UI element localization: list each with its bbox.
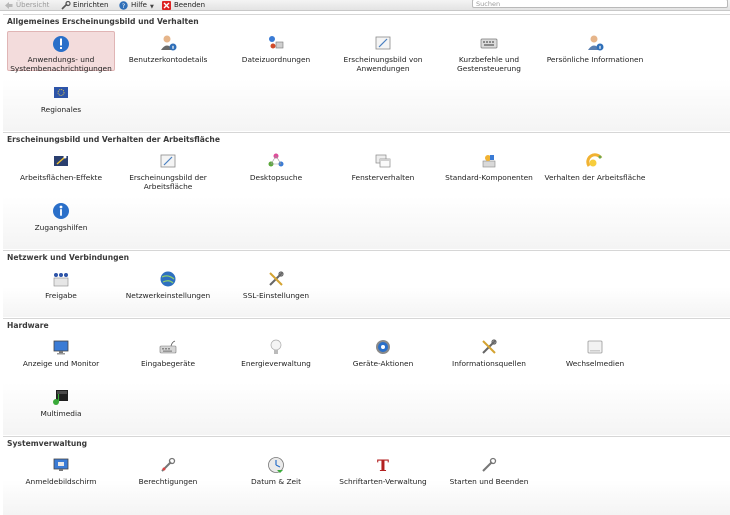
item-workspace-appearance[interactable]: Erscheinungsbild der Arbeitsfläche: [114, 149, 222, 190]
section-general-appearance: Allgemeines Erscheinungsbild und Verhalt…: [3, 14, 730, 131]
section-title: Erscheinungsbild und Verhalten der Arbei…: [7, 135, 220, 144]
item-removable-media[interactable]: Wechselmedien: [541, 335, 649, 375]
item-ssl-settings[interactable]: SSL-Einstellungen: [222, 267, 330, 307]
configure-button[interactable]: Einrichten: [61, 0, 108, 10]
regional-flag-icon: [52, 84, 70, 102]
svg-text:T: T: [377, 456, 389, 474]
file-associations-icon: [267, 34, 285, 52]
toolbar: Übersicht Einrichten ? Hilfe ▼ Beenden S…: [0, 0, 730, 11]
chevron-down-icon[interactable]: ▼: [150, 4, 154, 10]
power-management-icon: [267, 338, 285, 356]
item-startup-shutdown[interactable]: Starten und Beenden: [435, 453, 543, 493]
personal-information-icon: [586, 34, 604, 52]
item-permissions[interactable]: Berechtigungen: [114, 453, 222, 493]
section-network: Netzwerk und Verbindungen Freigabe Netzw…: [3, 250, 730, 317]
wrench-icon: [61, 0, 71, 10]
item-window-behavior[interactable]: Fensterverhalten: [329, 149, 437, 189]
item-accessibility[interactable]: Zugangshilfen: [7, 199, 115, 239]
item-power-management[interactable]: Energieverwaltung: [222, 335, 330, 375]
startup-shutdown-icon: [480, 456, 498, 474]
section-hardware: Hardware Anzeige und Monitor Eingabegerä…: [3, 318, 730, 435]
section-title: Systemverwaltung: [7, 439, 88, 448]
help-button[interactable]: ? Hilfe ▼: [119, 0, 154, 10]
user-account-icon: [159, 34, 177, 52]
item-display-monitor[interactable]: Anzeige und Monitor: [7, 335, 115, 375]
item-multimedia[interactable]: Multimedia: [7, 385, 115, 425]
notification-icon: [52, 35, 70, 53]
item-desktop-effects[interactable]: Arbeitsflächen-Effekte: [7, 149, 115, 189]
item-font-management[interactable]: T Schriftarten-Verwaltung: [329, 453, 437, 493]
item-shortcuts[interactable]: Kurzbefehle und Gestensteuerung: [435, 31, 543, 72]
item-regional[interactable]: Regionales: [7, 81, 115, 121]
item-information-sources[interactable]: Informationsquellen: [435, 335, 543, 375]
multimedia-icon: [52, 388, 70, 406]
desktop-effects-icon: [52, 152, 70, 170]
date-time-icon: [267, 456, 285, 474]
item-date-time[interactable]: Datum & Zeit: [222, 453, 330, 493]
item-application-appearance[interactable]: Erscheinungsbild von Anwendungen: [329, 31, 437, 72]
keyboard-shortcuts-icon: [480, 34, 498, 52]
section-system-administration: Systemverwaltung Anmeldebildschirm Berec…: [3, 436, 730, 515]
item-input-devices[interactable]: Eingabegeräte: [114, 335, 222, 375]
section-title: Netzwerk und Verbindungen: [7, 253, 130, 262]
display-monitor-icon: [52, 338, 70, 356]
default-components-icon: [480, 152, 498, 170]
help-icon: ?: [119, 0, 128, 10]
removable-media-icon: [586, 338, 604, 356]
section-workspace-appearance: Erscheinungsbild und Verhalten der Arbei…: [3, 132, 730, 249]
item-desktop-search[interactable]: Desktopsuche: [222, 149, 330, 189]
close-icon: [162, 0, 171, 10]
information-sources-icon: [480, 338, 498, 356]
back-arrow-icon: [4, 1, 13, 10]
item-personal-information[interactable]: Persönliche Informationen: [541, 31, 649, 71]
overview-button[interactable]: Übersicht: [4, 0, 49, 10]
login-screen-icon: [52, 456, 70, 474]
permissions-icon: [159, 456, 177, 474]
sharing-icon: [52, 270, 70, 288]
item-workspace-behavior[interactable]: Verhalten der Arbeitsfläche: [541, 149, 649, 189]
item-user-account[interactable]: Benutzerkontodetails: [114, 31, 222, 71]
device-actions-icon: [374, 338, 392, 356]
item-default-components[interactable]: Standard-Komponenten: [435, 149, 543, 189]
workspace-appearance-icon: [159, 152, 177, 170]
item-login-screen[interactable]: Anmeldebildschirm: [7, 453, 115, 493]
svg-text:?: ?: [122, 2, 125, 10]
font-management-icon: T: [374, 456, 392, 475]
application-appearance-icon: [374, 34, 392, 52]
accessibility-icon: [52, 202, 70, 220]
network-settings-icon: [159, 270, 177, 288]
input-devices-icon: [159, 338, 177, 356]
item-notifications[interactable]: Anwendungs- und Systembenachrichtigungen: [7, 31, 115, 72]
workspace-behavior-icon: [586, 152, 604, 170]
item-device-actions[interactable]: Geräte-Aktionen: [329, 335, 437, 375]
item-network-settings[interactable]: Netzwerkeinstellungen: [114, 267, 222, 307]
search-input[interactable]: Suchen: [472, 0, 728, 8]
item-file-associations[interactable]: Dateizuordnungen: [222, 31, 330, 71]
quit-button[interactable]: Beenden: [162, 0, 205, 10]
desktop-search-icon: [267, 152, 285, 170]
section-title: Allgemeines Erscheinungsbild und Verhalt…: [7, 17, 199, 26]
item-sharing[interactable]: Freigabe: [7, 267, 115, 307]
window-behavior-icon: [374, 152, 392, 170]
ssl-settings-icon: [267, 270, 285, 288]
section-title: Hardware: [7, 321, 49, 330]
